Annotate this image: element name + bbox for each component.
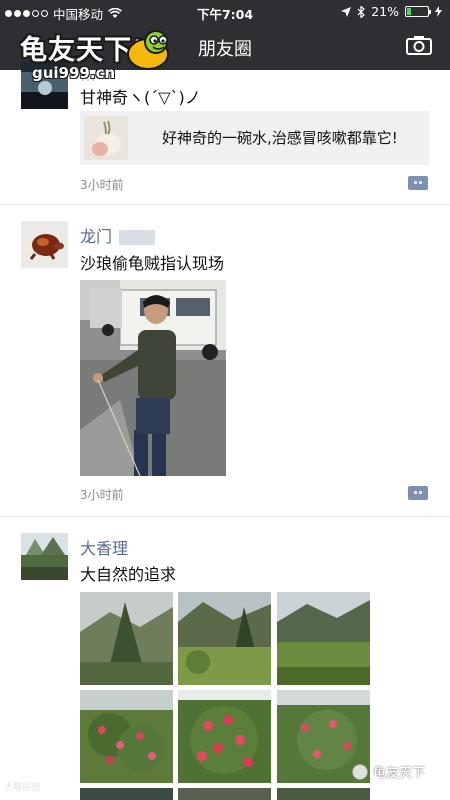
location-arrow-icon <box>341 6 352 17</box>
status-right: 21% <box>341 4 442 19</box>
divider <box>0 204 450 205</box>
post-text: 甘神奇ヽ(ˊ▽ˋ)ノ <box>80 88 201 107</box>
post-photo[interactable] <box>80 280 226 476</box>
shared-link-title: 好神奇的一碗水,治感冒咳嗽都靠它! <box>162 129 398 147</box>
bluetooth-icon <box>357 5 366 18</box>
post-text: 沙琅偷龟贼指认现场 <box>80 254 225 273</box>
author-name-text: 龙门 <box>80 227 113 246</box>
name-blur <box>119 230 156 245</box>
wechat-watermark: 龟友天下 <box>352 762 425 781</box>
post-photo[interactable] <box>277 592 370 685</box>
post-photo[interactable] <box>178 592 271 685</box>
battery-percent: 21% <box>371 4 399 19</box>
post-photo[interactable] <box>277 788 370 800</box>
source-watermark: 大熊原创 <box>4 783 41 793</box>
post-photo[interactable] <box>80 690 173 783</box>
comment-button[interactable] <box>408 486 428 500</box>
shared-link-thumbnail <box>84 116 128 160</box>
logo: 龟友天下! gui999.cn <box>10 26 170 86</box>
post-photo[interactable] <box>80 788 173 800</box>
logo-url: gui999.cn <box>32 64 116 82</box>
watermark-text: 龟友天下 <box>373 766 426 781</box>
camera-icon[interactable] <box>406 35 432 55</box>
avatar[interactable] <box>21 533 68 580</box>
post-photo[interactable] <box>178 690 271 783</box>
wechat-icon <box>352 763 368 780</box>
turtle-mascot-icon <box>127 30 169 70</box>
divider <box>0 516 450 517</box>
author-name[interactable]: 大香理 <box>80 535 128 559</box>
post-photo[interactable] <box>80 592 173 685</box>
avatar[interactable] <box>21 221 68 268</box>
post-text: 大自然的追求 <box>80 565 177 584</box>
battery-icon <box>405 6 431 17</box>
status-bar: 中国移动 下午7:04 21% <box>0 0 450 22</box>
charging-icon <box>435 6 442 17</box>
comment-button[interactable] <box>408 176 428 190</box>
post-photo[interactable] <box>178 788 271 800</box>
author-name[interactable]: 龙门 <box>80 223 156 247</box>
post-time: 3小时前 <box>80 178 124 192</box>
shared-link-card[interactable]: 好神奇的一碗水,治感冒咳嗽都靠它! <box>80 111 429 165</box>
post-time: 3小时前 <box>80 488 124 502</box>
